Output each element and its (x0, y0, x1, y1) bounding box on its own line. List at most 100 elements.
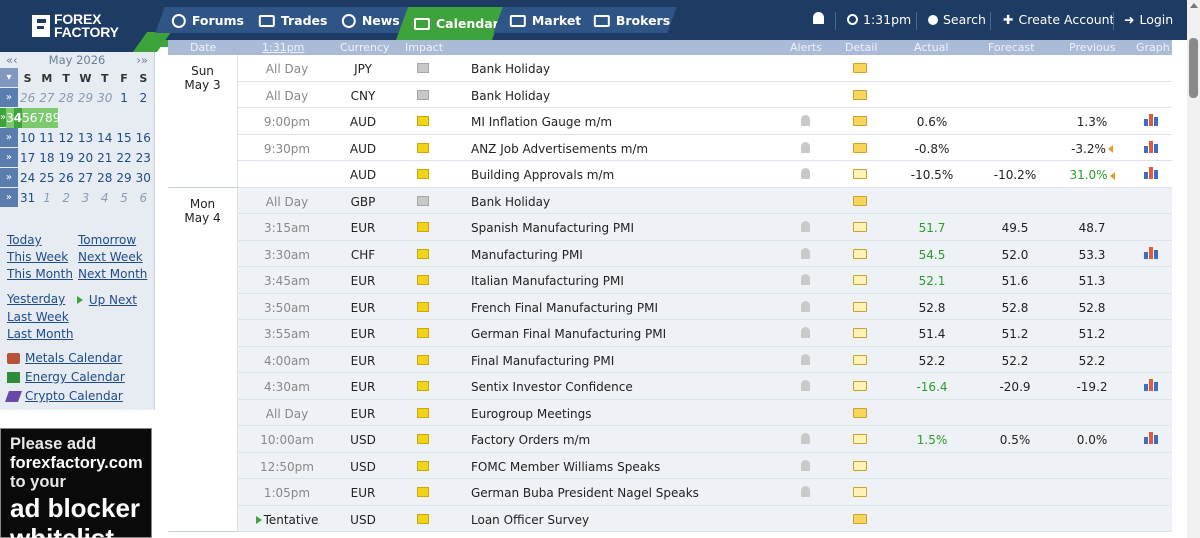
alert-bell-icon[interactable] (801, 115, 810, 126)
table-row[interactable]: 4:00am EUR Final Manufacturing PMI 52.2 52.2… (168, 346, 1172, 373)
table-row[interactable]: 12:50pm USD FOMC Member Williams Speaks (168, 452, 1172, 479)
alert-bell-icon[interactable] (801, 221, 810, 232)
calendar-day[interactable]: 6 (134, 191, 153, 205)
impact-folder-icon[interactable] (417, 354, 429, 365)
detail-folder-icon[interactable] (853, 169, 867, 179)
link-up-next[interactable]: Up Next (77, 292, 137, 309)
link-next-week[interactable]: Next Week (78, 249, 143, 266)
calendar-day[interactable]: 3 (6, 111, 14, 125)
ad-blocker-banner[interactable]: Please add forexfactory.com to your ad b… (0, 428, 152, 538)
detail-folder-icon[interactable] (853, 381, 867, 391)
calendar-day[interactable]: 2 (134, 91, 153, 105)
calendar-day[interactable]: 26 (18, 91, 37, 105)
calendar-day[interactable]: 9 (53, 111, 61, 125)
forex-factory-logo[interactable]: FOREX FACTORY (0, 0, 152, 52)
detail-folder-icon[interactable] (853, 195, 867, 206)
calendar-day[interactable]: 27 (37, 91, 56, 105)
alert-bell-icon[interactable] (801, 353, 810, 365)
event-name[interactable]: Eurogroup Meetings (471, 407, 592, 421)
calendar-day[interactable]: 29 (76, 91, 95, 105)
table-row[interactable]: 3:15am EUR Spanish Manufacturing PMI 51.7 49… (168, 214, 1172, 241)
event-name[interactable]: Manufacturing PMI (471, 248, 583, 262)
calendar-day[interactable]: 5 (114, 191, 133, 205)
calendar-day[interactable]: 25 (37, 171, 56, 185)
detail-folder-icon[interactable] (853, 275, 867, 285)
event-name[interactable]: ANZ Job Advertisements m/m (471, 142, 648, 156)
link-tomorrow[interactable]: Tomorrow (78, 232, 136, 249)
link-today[interactable]: Today (7, 232, 42, 249)
impact-folder-icon[interactable] (417, 487, 429, 497)
week-select-button[interactable]: » (0, 168, 18, 188)
alert-bell-icon[interactable] (801, 459, 810, 471)
calendar-day[interactable]: 7 (37, 111, 45, 125)
link-yesterday[interactable]: Yesterday (7, 291, 65, 308)
impact-folder-icon[interactable] (417, 275, 429, 285)
calendar-day[interactable]: 18 (37, 151, 56, 165)
calendar-day[interactable]: 26 (57, 171, 76, 185)
impact-folder-icon[interactable] (417, 381, 429, 391)
table-row[interactable]: 9:00pm AUD MI Inflation Gauge m/m 0.6% 1.3% (168, 108, 1172, 135)
calendar-day[interactable]: 20 (76, 151, 95, 165)
calendar-day[interactable]: 13 (76, 131, 95, 145)
detail-folder-icon[interactable] (853, 407, 867, 418)
table-row[interactable]: All Day JPY Bank Holiday (168, 55, 1172, 82)
calendar-day[interactable]: 15 (114, 131, 133, 145)
table-row[interactable]: 3:45am EUR Italian Manufacturing PMI 52.1 51… (168, 267, 1172, 294)
impact-folder-icon[interactable] (417, 195, 429, 206)
detail-folder-icon[interactable] (853, 142, 867, 153)
alert-bell-icon[interactable] (801, 380, 810, 391)
nav-tab-brokers[interactable]: Brokers (577, 7, 677, 33)
create-account-button[interactable]: ✚ Create Account (1003, 12, 1114, 27)
event-name[interactable]: Italian Manufacturing PMI (471, 274, 624, 288)
link-this-week[interactable]: This Week (7, 249, 68, 266)
calendar-day[interactable]: 4 (95, 191, 114, 205)
detail-folder-icon[interactable] (853, 116, 867, 126)
energy-calendar-link[interactable]: Energy Calendar (7, 368, 125, 387)
alert-bell-icon[interactable] (801, 247, 810, 259)
calendar-day[interactable]: 30 (134, 171, 153, 185)
graph-icon[interactable] (1144, 166, 1158, 179)
graph-icon[interactable] (1144, 431, 1158, 444)
calendar-day[interactable]: 17 (18, 151, 37, 165)
calendar-day[interactable]: 21 (95, 151, 114, 165)
detail-folder-icon[interactable] (853, 513, 867, 524)
table-row[interactable]: All Day EUR Eurogroup Meetings (168, 399, 1172, 426)
impact-folder-icon[interactable] (417, 142, 429, 153)
week-select-button[interactable]: » (0, 88, 18, 108)
login-button[interactable]: ➜ Login (1124, 12, 1173, 27)
detail-folder-icon[interactable] (853, 487, 867, 497)
calendar-day[interactable]: 14 (95, 131, 114, 145)
event-name[interactable]: Spanish Manufacturing PMI (471, 221, 634, 235)
crypto-calendar-link[interactable]: Crypto Calendar (4, 387, 125, 406)
detail-folder-icon[interactable] (853, 354, 867, 365)
alert-bell-icon[interactable] (801, 141, 810, 153)
metals-calendar-link[interactable]: Metals Calendar (7, 349, 125, 368)
impact-folder-icon[interactable] (417, 248, 429, 259)
calendar-day[interactable]: 11 (37, 131, 56, 145)
nav-tab-calendar[interactable]: Calendar (395, 7, 505, 40)
impact-folder-icon[interactable] (417, 169, 429, 179)
table-row[interactable]: All Day CNY Bank Holiday (168, 81, 1172, 108)
week-select-button[interactable]: » (0, 148, 18, 168)
detail-folder-icon[interactable] (853, 248, 867, 259)
link-last-month[interactable]: Last Month (7, 326, 73, 343)
table-row[interactable]: 10:00am USD Factory Orders m/m 1.5% 0.5% 0.0% (168, 426, 1172, 453)
table-row[interactable]: 9:30pm AUD ANZ Job Advertisements m/m -0.8%… (168, 134, 1172, 161)
impact-folder-icon[interactable] (417, 434, 429, 444)
impact-folder-icon[interactable] (417, 407, 429, 418)
nav-tab-market[interactable]: Market (493, 7, 587, 33)
calendar-day[interactable]: 24 (18, 171, 37, 185)
calendar-day[interactable]: 29 (114, 171, 133, 185)
calendar-day[interactable]: 28 (95, 171, 114, 185)
calendar-day[interactable]: 5 (22, 111, 30, 125)
alert-bell-icon[interactable] (801, 433, 810, 444)
event-name[interactable]: German Final Manufacturing PMI (471, 327, 666, 341)
calendar-day[interactable]: 19 (57, 151, 76, 165)
col-time[interactable]: 1:31pm (262, 41, 304, 54)
notifications-button[interactable] (813, 12, 824, 24)
detail-folder-icon[interactable] (853, 89, 867, 100)
event-name[interactable]: Bank Holiday (471, 89, 550, 103)
alert-bell-icon[interactable] (801, 168, 810, 179)
link-last-week[interactable]: Last Week (7, 309, 69, 326)
link-next-month[interactable]: Next Month (78, 266, 147, 283)
